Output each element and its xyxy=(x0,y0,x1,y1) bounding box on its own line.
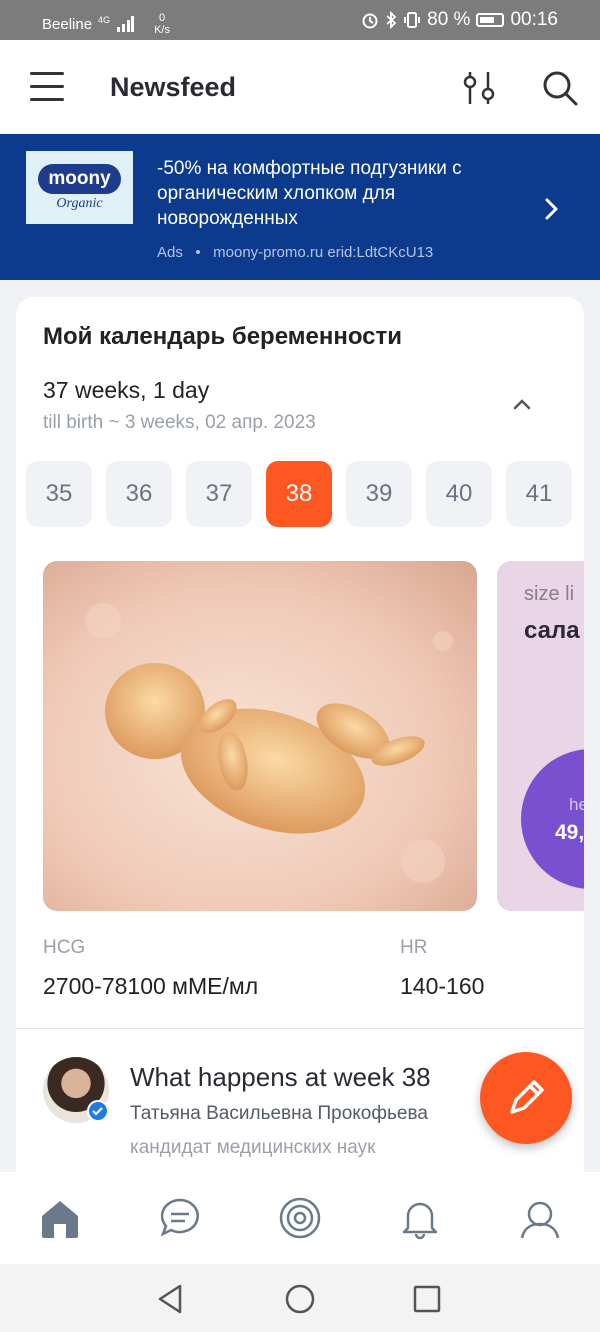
article-author: Татьяна Васильевна Прокофьева xyxy=(130,1103,428,1124)
back-icon[interactable] xyxy=(154,1282,188,1316)
target-icon[interactable] xyxy=(278,1196,322,1240)
chevron-up-icon[interactable] xyxy=(510,392,534,416)
signal-icon xyxy=(117,16,135,32)
hcg-stat: HCG 2700-78100 мМЕ/мл xyxy=(43,937,259,999)
bottom-nav xyxy=(0,1172,600,1264)
bluetooth-icon xyxy=(386,11,397,29)
network-speed: 0 K/s xyxy=(154,12,170,36)
system-nav xyxy=(0,1264,600,1332)
card-title: Мой календарь беременности xyxy=(43,323,403,350)
vibrate-icon xyxy=(404,12,421,28)
hr-stat: HR 140-160 xyxy=(400,937,485,999)
fetus-illustration xyxy=(85,603,453,883)
profile-icon[interactable] xyxy=(518,1196,562,1240)
search-icon[interactable] xyxy=(540,68,580,108)
status-bar: Beeline 4G 0 K/s 80 % 00:16 xyxy=(0,0,600,40)
week-chip[interactable]: 37 xyxy=(186,461,252,527)
filter-icon[interactable] xyxy=(460,68,500,108)
network-label: 4G xyxy=(98,15,111,25)
current-week-text: 37 weeks, 1 day xyxy=(43,377,210,403)
ads-label: Ads xyxy=(157,244,183,261)
fetus-image[interactable] xyxy=(43,561,477,911)
chevron-right-icon[interactable] xyxy=(542,194,562,224)
carrier-label: Beeline xyxy=(42,15,93,33)
size-value: сала xyxy=(524,617,580,644)
recents-icon[interactable] xyxy=(410,1282,444,1316)
home-circle-icon[interactable] xyxy=(283,1282,317,1316)
clock: 00:16 xyxy=(510,9,558,30)
verified-icon xyxy=(87,1100,109,1122)
ad-source: moony-promo.ru erid:LdtCKcU13 xyxy=(213,244,434,261)
week-selector: 35 36 37 38 39 40 41 xyxy=(26,461,572,527)
battery-percent: 80 % xyxy=(427,9,471,30)
ad-meta: Ads • moony-promo.ru erid:LdtCKcU13 xyxy=(157,244,434,261)
ad-text: -50% на комфортные подгузники с органиче… xyxy=(157,158,462,229)
size-circle: he 49, xyxy=(521,749,584,889)
week-chip[interactable]: 36 xyxy=(106,461,172,527)
bell-icon[interactable] xyxy=(398,1196,442,1240)
week-chip[interactable]: 39 xyxy=(346,461,412,527)
app-header: Newsfeed xyxy=(0,40,600,134)
battery-icon xyxy=(476,13,505,27)
size-comparison-card[interactable]: size li сала he 49, xyxy=(497,561,584,911)
size-label: size li xyxy=(524,583,575,605)
compose-button[interactable] xyxy=(480,1052,572,1144)
ad-logo: moony Organic xyxy=(26,151,133,224)
chat-icon[interactable] xyxy=(158,1196,202,1240)
alarm-icon xyxy=(362,13,378,29)
till-birth-text: till birth ~ 3 weeks, 02 апр. 2023 xyxy=(43,412,316,433)
menu-icon[interactable] xyxy=(30,72,64,102)
article-title[interactable]: What happens at week 38 xyxy=(130,1062,431,1093)
pencil-icon xyxy=(510,1080,544,1114)
page-title: Newsfeed xyxy=(110,72,237,102)
divider xyxy=(16,1028,584,1029)
week-chip[interactable]: 41 xyxy=(506,461,572,527)
week-chip-selected[interactable]: 38 xyxy=(266,461,332,527)
week-chip[interactable]: 40 xyxy=(426,461,492,527)
article-author-role: кандидат медицинских наук xyxy=(130,1137,376,1158)
week-chip[interactable]: 35 xyxy=(26,461,92,527)
home-icon[interactable] xyxy=(38,1196,82,1240)
